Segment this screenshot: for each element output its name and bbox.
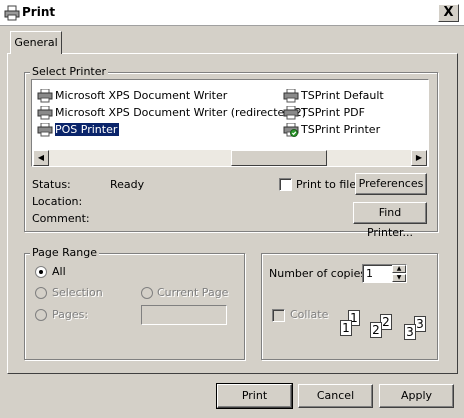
scroll-thumb[interactable]	[231, 150, 327, 166]
printer-item-tsprint-printer[interactable]: TSPrint Printer	[283, 121, 384, 138]
printer-list-scrollbar[interactable]: ◀ ▶	[33, 150, 427, 166]
select-printer-group-label: Select Printer	[30, 65, 109, 78]
find-printer-button[interactable]: Find Printer...	[353, 202, 427, 239]
collate-label[interactable]: Collate	[290, 308, 328, 321]
scroll-right-button[interactable]: ▶	[411, 150, 427, 166]
all-radio[interactable]	[35, 266, 47, 278]
find-printer-button-label: Find Printer...	[366, 206, 414, 239]
apply-button-label: Apply	[400, 389, 433, 402]
printer-name: POS Printer	[53, 122, 121, 137]
arrow-left-icon: ◀	[37, 153, 45, 162]
print-to-file-checkbox[interactable]	[279, 178, 292, 191]
window-title: Print	[22, 5, 56, 19]
tab-general[interactable]: General	[10, 31, 62, 54]
printer-item-xps-redirected[interactable]: Microsoft XPS Document Writer (redirecte…	[37, 104, 306, 121]
printer-item-xps[interactable]: Microsoft XPS Document Writer	[37, 87, 306, 104]
printer-icon	[37, 105, 53, 120]
collate-checkbox[interactable]	[272, 309, 285, 322]
printer-icon	[283, 88, 299, 103]
preferences-button[interactable]: Preferences	[355, 173, 427, 195]
close-icon: X	[443, 5, 454, 20]
printer-name: TSPrint PDF	[301, 106, 365, 119]
title-bar: Print X	[0, 0, 464, 26]
collate-page-icon: 3	[404, 324, 416, 340]
collate-illustration: 1 1 2 2 3 3	[340, 310, 432, 350]
collate-page-icon: 2	[370, 322, 382, 338]
status-label: Status:	[32, 178, 71, 191]
copies-spin-up[interactable]: ▲	[392, 265, 406, 273]
printer-name: TSPrint Printer	[301, 123, 381, 136]
printer-item-tsprint-default[interactable]: TSPrint Default	[283, 87, 384, 104]
arrow-right-icon: ▶	[415, 153, 423, 162]
apply-button[interactable]: Apply	[379, 384, 454, 408]
printer-name: TSPrint Default	[301, 89, 384, 102]
close-button[interactable]: X	[438, 4, 459, 22]
printer-icon	[37, 122, 53, 137]
print-button[interactable]: Print	[216, 383, 293, 409]
preferences-button-label: Preferences	[358, 177, 424, 190]
printer-icon	[283, 105, 299, 120]
number-of-copies-label: Number of copies:	[269, 267, 370, 280]
all-label[interactable]: All	[52, 265, 66, 278]
selection-label[interactable]: Selection	[52, 286, 103, 299]
print-button-label: Print	[241, 389, 268, 402]
page-range-group-label: Page Range	[30, 246, 99, 259]
comment-label: Comment:	[32, 212, 90, 225]
location-label: Location:	[32, 195, 83, 208]
arrow-up-icon: ▲	[396, 265, 402, 272]
printer-item-pos[interactable]: POS Printer	[37, 121, 306, 138]
arrow-down-icon: ▼	[396, 274, 402, 281]
copies-spin-down[interactable]: ▼	[392, 274, 406, 282]
printer-item-tsprint-pdf[interactable]: TSPrint PDF	[283, 104, 384, 121]
selection-radio[interactable]	[35, 287, 47, 299]
printer-name: Microsoft XPS Document Writer	[55, 89, 228, 102]
cancel-button[interactable]: Cancel	[298, 384, 373, 408]
current-page-label[interactable]: Current Page	[157, 286, 228, 299]
cancel-button-label: Cancel	[316, 389, 355, 402]
pages-label[interactable]: Pages:	[52, 308, 88, 321]
status-value: Ready	[110, 178, 145, 191]
current-page-radio[interactable]	[141, 287, 153, 299]
printer-icon	[4, 5, 20, 21]
pages-radio[interactable]	[35, 309, 47, 321]
tab-general-label: General	[14, 36, 58, 49]
print-to-file-label[interactable]: Print to file	[296, 178, 356, 191]
default-printer-icon	[283, 122, 299, 137]
printer-icon	[37, 88, 53, 103]
printer-name: Microsoft XPS Document Writer (redirecte…	[55, 106, 307, 119]
scroll-left-button[interactable]: ◀	[33, 150, 49, 166]
collate-page-icon: 1	[340, 320, 352, 336]
copies-value: 1	[366, 267, 373, 280]
pages-input[interactable]	[141, 305, 227, 325]
